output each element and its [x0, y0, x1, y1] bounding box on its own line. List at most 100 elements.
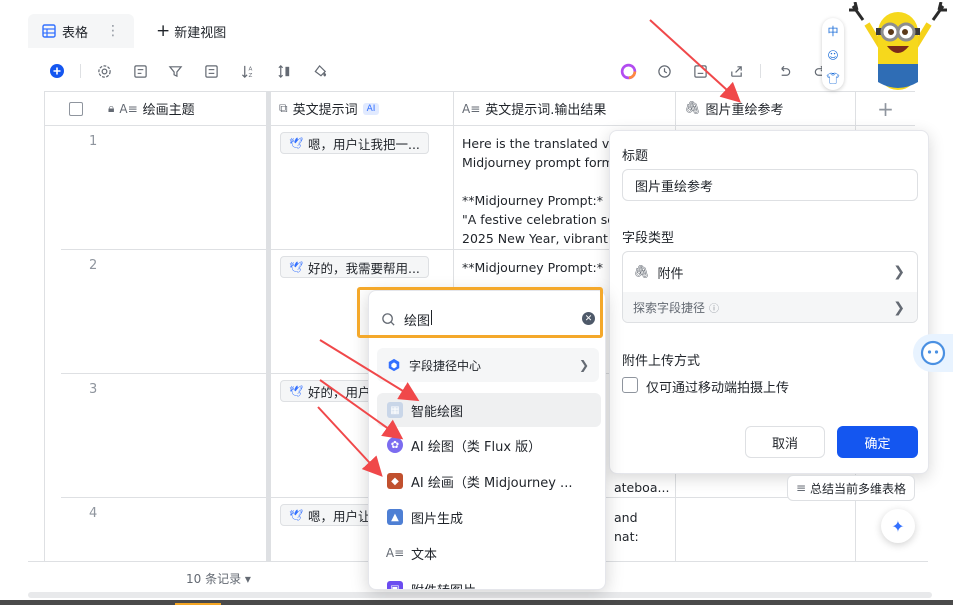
settings-icon[interactable]	[95, 62, 113, 80]
column-header-attachment[interactable]: 🖇︎ 图片重绘参考	[676, 92, 856, 126]
option-image-gen[interactable]: ▲ 图片生成	[377, 500, 601, 534]
field-type-attachment[interactable]: 🖇︎ 附件 ❯	[623, 252, 917, 292]
option-smart-draw[interactable]: ▦ 智能绘图	[377, 393, 601, 427]
option-attachment-to-image[interactable]: ▣ 附件转图片	[377, 572, 601, 590]
tab-more-icon[interactable]: ⋮	[106, 23, 120, 39]
horizontal-scrollbar[interactable]	[28, 592, 932, 598]
share-icon[interactable]	[727, 62, 745, 80]
column-title-theme: 绘画主题	[142, 103, 195, 118]
ime-lang-label[interactable]: 中	[828, 23, 839, 39]
row-number: 1	[89, 134, 98, 149]
ime-skin-icon[interactable]: 👕︎	[826, 72, 840, 85]
chevron-right-icon: ❯	[893, 264, 905, 280]
title-label: 标题	[622, 149, 649, 164]
column-header-output[interactable]: A≡ 英文提示词.输出结果	[454, 92, 676, 126]
prompt-cell[interactable]: 🕊︎ 嗯，用户让我把一...	[271, 126, 454, 250]
ime-toolbar[interactable]: 中 ☺ 👕︎	[822, 18, 844, 90]
filter-icon[interactable]	[166, 62, 184, 80]
prompt-chip[interactable]: 🕊︎ 嗯，用户让我把一...	[280, 132, 429, 154]
prompt-chip[interactable]: 🕊︎ 好的，用户	[280, 380, 380, 402]
info-icon: ⓘ	[709, 304, 720, 315]
group-icon[interactable]	[202, 62, 220, 80]
attachment-icon: 🖇︎	[684, 101, 701, 116]
output-text: Here is the translated ve Midjourney pro…	[462, 136, 617, 246]
mobile-only-checkbox[interactable]	[622, 377, 638, 393]
cancel-button[interactable]: 取消	[745, 426, 825, 458]
plus-icon: +	[156, 21, 171, 41]
toolbar-divider	[80, 64, 81, 78]
row-number: 4	[89, 506, 98, 521]
table-row[interactable]: 2	[61, 250, 267, 374]
option-text[interactable]: A≡ 文本	[377, 536, 601, 570]
form-icon[interactable]	[691, 62, 709, 80]
table-icon	[42, 24, 56, 38]
prompt-chip-text: 嗯，用户让我把一...	[307, 136, 420, 152]
table-row[interactable]: 1	[61, 126, 267, 250]
output-text: and nat:	[614, 510, 639, 544]
option-label: 智能绘图	[411, 404, 464, 420]
output-text: ateboa...	[614, 480, 670, 495]
add-column-button[interactable]: +	[856, 92, 915, 126]
explore-shortcuts-row[interactable]: 探索字段捷径 ⓘ ❯	[623, 292, 917, 322]
chevron-right-icon: ❯	[893, 299, 905, 316]
flux-icon: ✿	[387, 437, 403, 453]
summary-label: 总结当前多维表格	[810, 481, 907, 496]
column-title-attachment: 图片重绘参考	[705, 103, 784, 118]
ai-bird-icon: 🕊︎	[289, 384, 303, 398]
output-text: **Midjourney Prompt:*	[462, 260, 603, 275]
column-title-output: 英文提示词.输出结果	[485, 103, 607, 118]
column-header-theme[interactable]: 🔒︎ A≡ 绘画主题	[45, 92, 267, 126]
prompt-chip-text: 好的，用户	[307, 384, 371, 400]
search-highlight-box	[357, 287, 603, 338]
ai-field-icon: ⧉	[279, 101, 288, 115]
table-row[interactable]: 3	[61, 374, 267, 498]
shortcut-center-item[interactable]: 字段捷径中心 ❯	[377, 348, 599, 382]
svg-text:Z: Z	[248, 73, 252, 79]
automation-icon[interactable]	[655, 62, 673, 80]
sort-icon[interactable]: AZ	[239, 62, 257, 80]
minion-sticker	[849, 2, 947, 90]
window-bottom-edge	[0, 600, 953, 605]
option-label: AI 绘图（类 Flux 版）	[411, 439, 542, 455]
row-number: 3	[89, 382, 98, 397]
fill-color-icon[interactable]	[311, 62, 329, 80]
row-height-icon[interactable]	[275, 62, 293, 80]
ai-bird-icon: 🕊︎	[289, 260, 303, 274]
prompt-chip[interactable]: 🕊︎ 嗯，用户让	[280, 504, 380, 526]
new-view-button[interactable]: + 新建视图	[156, 21, 226, 41]
select-all-checkbox[interactable]	[69, 101, 83, 116]
option-label: 附件转图片	[411, 580, 476, 590]
shortcut-center-icon	[388, 358, 400, 372]
upload-mode-label: 附件上传方式	[622, 354, 701, 369]
table-row[interactable]: 4	[61, 498, 267, 561]
confirm-button[interactable]: 确定	[837, 426, 918, 458]
record-count[interactable]: 10 条记录 ▾	[186, 570, 251, 587]
option-flux-draw[interactable]: ✿ AI 绘图（类 Flux 版）	[377, 428, 601, 462]
field-config-icon[interactable]	[131, 62, 149, 80]
field-type-value: 附件	[657, 266, 684, 282]
undo-icon[interactable]	[775, 62, 793, 80]
ai-badge: AI	[362, 102, 380, 115]
add-record-icon[interactable]	[48, 62, 66, 80]
attachment-convert-icon: ▣	[387, 581, 403, 589]
column-header-prompt[interactable]: ⧉ 英文提示词 AI	[271, 92, 454, 126]
ai-assistant-icon[interactable]	[619, 62, 637, 80]
title-input[interactable]: 图片重绘参考	[622, 169, 918, 201]
toolbar-divider-right	[760, 64, 761, 78]
field-type-label: 字段类型	[622, 231, 675, 246]
ime-emoji-icon[interactable]: ☺	[827, 49, 838, 62]
option-label: 文本	[411, 547, 438, 563]
attachment-cell[interactable]	[676, 498, 856, 561]
prompt-chip[interactable]: 🕊︎ 好的，我需要帮用...	[280, 256, 429, 278]
field-type-select[interactable]: 🖇︎ 附件 ❯ 探索字段捷径 ⓘ ❯	[622, 251, 918, 323]
option-midjourney-draw[interactable]: ◆ AI 绘画（类 Midjourney ...	[377, 464, 601, 498]
image-gen-icon: ▲	[387, 509, 403, 525]
ai-sparkle-button[interactable]: ✦	[881, 509, 915, 543]
tab-table[interactable]: 表格 ⋮	[28, 14, 135, 48]
chat-assistant-button[interactable]	[913, 334, 953, 372]
field-config-panel: 标题 图片重绘参考 字段类型 🖇︎ 附件 ❯ 探索字段捷径 ⓘ ❯ 附件上传方式…	[609, 130, 929, 474]
plus-icon: +	[877, 96, 894, 121]
summarize-table-button[interactable]: ≡ 总结当前多维表格	[787, 475, 915, 501]
lock-icon: 🔒︎	[108, 101, 115, 115]
text-icon: A≡	[385, 546, 405, 560]
